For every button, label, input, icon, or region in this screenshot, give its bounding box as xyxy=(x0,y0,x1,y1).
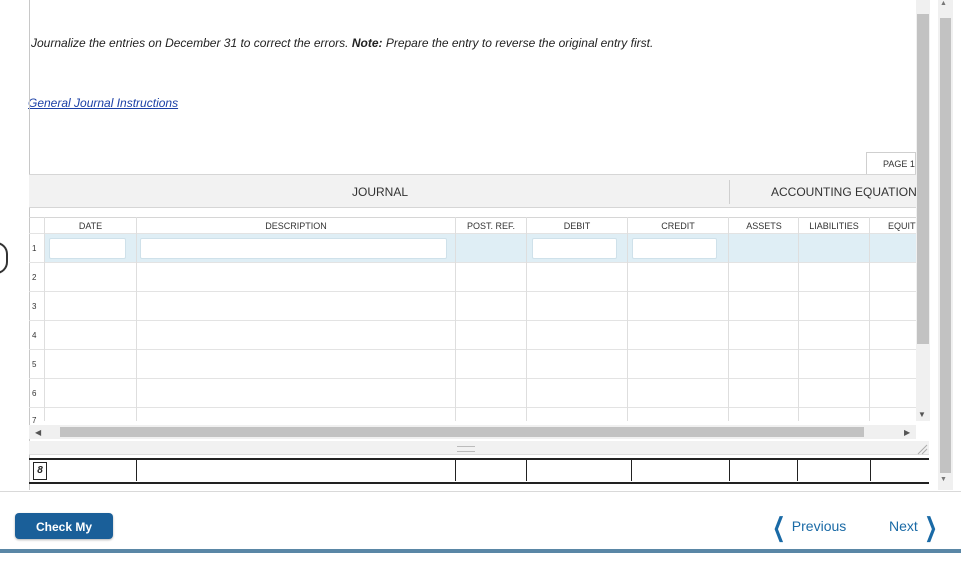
column-line xyxy=(455,217,456,421)
row-1-debit-input[interactable] xyxy=(532,238,617,259)
row-1-credit-input[interactable] xyxy=(632,238,717,259)
column-line xyxy=(728,217,729,421)
frozen-column-line xyxy=(729,459,730,481)
note-text: Prepare the entry to reverse the origina… xyxy=(382,36,654,50)
frozen-column-line xyxy=(455,459,456,481)
page-scroll-up-arrow-icon[interactable]: ▲ xyxy=(940,0,947,7)
row-number: 6 xyxy=(32,389,37,398)
grid-vertical-scroll-thumb[interactable] xyxy=(917,14,929,344)
grid-horizontal-scroll-thumb[interactable] xyxy=(60,427,864,437)
column-header-equity: EQUITY xyxy=(888,221,916,231)
chevron-right-icon: ❯ xyxy=(924,512,938,542)
column-line xyxy=(136,217,137,421)
row-line xyxy=(29,233,916,234)
frozen-column-line xyxy=(631,459,632,481)
row-number: 1 xyxy=(32,244,37,253)
column-header-assets: ASSETS xyxy=(746,221,782,231)
instructions-prefix: Journalize the entries on December 31 to… xyxy=(31,36,352,50)
left-rule xyxy=(29,0,30,490)
pane-splitter[interactable] xyxy=(29,441,929,455)
scroll-down-arrow-icon[interactable]: ▼ xyxy=(918,410,926,419)
column-line xyxy=(44,217,45,421)
next-button[interactable]: Next ❯ xyxy=(889,512,942,543)
frozen-column-line xyxy=(136,459,137,481)
row-number: 4 xyxy=(32,331,37,340)
chevron-left-icon: ❮ xyxy=(772,512,786,542)
check-my-work-button[interactable]: Check My Work xyxy=(15,513,113,560)
next-label: Next xyxy=(889,518,918,534)
row-number: 7 xyxy=(32,416,37,425)
row-line xyxy=(29,378,916,379)
column-header-credit: CREDIT xyxy=(661,221,695,231)
footer-divider xyxy=(0,491,961,492)
previous-button[interactable]: ❮ Previous xyxy=(768,512,846,543)
section-separator xyxy=(729,180,730,204)
resize-grip-icon[interactable] xyxy=(916,443,928,455)
column-header-post-ref: POST. REF. xyxy=(466,221,515,231)
column-line xyxy=(869,217,870,421)
note-label: Note: xyxy=(351,36,383,50)
column-header-liabilities: LIABILITIES xyxy=(809,221,859,231)
column-header-date: DATE xyxy=(78,221,103,231)
column-line xyxy=(798,217,799,421)
journal-title: JOURNAL xyxy=(352,185,409,199)
frozen-column-line xyxy=(526,459,527,481)
row-line xyxy=(29,262,916,263)
accounting-equation-title: ACCOUNTING EQUATION xyxy=(771,185,917,199)
bottom-accent-bar xyxy=(0,549,961,553)
row-number: 5 xyxy=(32,360,37,369)
frozen-column-line xyxy=(797,459,798,481)
row-1-date-input[interactable] xyxy=(49,238,126,259)
row-line xyxy=(29,407,916,408)
row-line xyxy=(29,291,916,292)
row-number: 3 xyxy=(32,302,37,311)
page-scroll-down-arrow-icon[interactable]: ▼ xyxy=(940,476,947,483)
previous-label: Previous xyxy=(791,518,847,534)
row-8-frozen xyxy=(29,458,929,484)
left-edge-bracket xyxy=(0,242,8,274)
row-number: 2 xyxy=(32,273,37,282)
page-vertical-scroll-thumb[interactable] xyxy=(940,18,951,473)
column-line xyxy=(526,217,527,421)
row-8-number: 8 xyxy=(33,462,47,480)
instructions-text: Journalize the entries on December 31 to… xyxy=(31,36,653,50)
page-number-tab: PAGE 10 xyxy=(866,152,916,174)
frozen-column-line xyxy=(870,459,871,481)
column-header-debit: DEBIT xyxy=(563,221,591,231)
row-line xyxy=(29,320,916,321)
row-1-description-input[interactable] xyxy=(140,238,447,259)
general-journal-instructions-link[interactable]: General Journal Instructions xyxy=(28,96,178,110)
column-line xyxy=(627,217,628,421)
scroll-right-arrow-icon[interactable]: ▶ xyxy=(904,428,910,437)
column-header-description: DESCRIPTION xyxy=(265,221,327,231)
scroll-left-arrow-icon[interactable]: ◀ xyxy=(35,428,41,437)
splitter-grip-icon[interactable] xyxy=(457,446,475,452)
row-line xyxy=(29,349,916,350)
